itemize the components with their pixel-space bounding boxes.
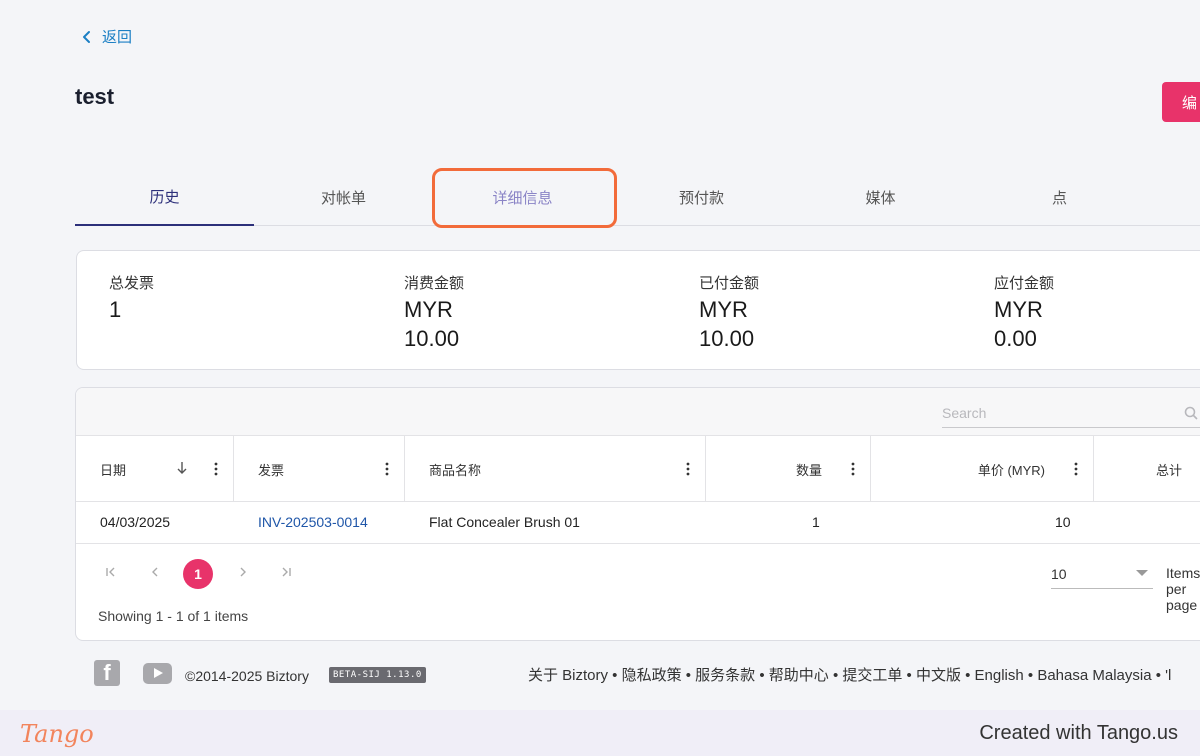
page: 返回 test 编 历史 对帐单 详细信息 预付款 媒体 点 总发票 1 消费金… [0,0,1200,710]
page-size-select[interactable]: 10 [1051,559,1153,589]
column-menu-icon[interactable] [385,462,389,476]
edit-button-label: 编 [1182,94,1198,112]
back-link[interactable]: 返回 [80,26,132,47]
summary-currency: MYR [699,297,748,322]
column-label: 发票 [258,462,285,478]
column-label: 商品名称 [429,462,482,478]
column-header-product[interactable]: 商品名称 [405,436,706,502]
column-header-date[interactable]: 日期 [76,436,234,502]
current-page[interactable]: 1 [183,559,213,589]
chevron-left-icon [152,567,158,577]
pager: 1 10 Items per page Showing 1 - 1 of 1 i… [76,545,1200,640]
tab-label: 媒体 [865,189,896,207]
column-label: 总计 [1156,462,1183,478]
tab-bar: 历史 对帐单 详细信息 预付款 媒体 点 [75,168,1200,226]
summary-label: 消费金额 [404,275,465,292]
column-label: 单价 (MYR) [977,462,1045,478]
tango-bar: Tango Created with Tango.us [0,710,1200,756]
summary-value: 0.00 [994,326,1037,351]
summary-label: 应付金额 [994,275,1055,292]
tab-history[interactable]: 历史 [75,168,254,226]
tab-label: 预付款 [678,189,724,207]
last-page-icon [282,567,291,577]
tab-label: 点 [1051,189,1067,207]
column-header-quantity[interactable]: 数量 [706,436,871,502]
last-page-button[interactable] [275,561,297,583]
version-badge: BETA-SIJ 1.13.0 [329,667,426,683]
cell-quantity: 1 [812,514,820,530]
items-per-page-label: Items per page [1166,565,1200,613]
table-row[interactable]: 04/03/2025 INV-202503-0014 Flat Conceale… [76,502,1200,544]
first-page-icon [106,567,115,577]
grid-toolbar [76,388,1200,436]
search-input[interactable] [942,404,1172,421]
summary-value: 10.00 [404,326,460,351]
showing-count: Showing 1 - 1 of 1 items [98,608,249,624]
search-box [942,398,1200,428]
column-menu-icon[interactable] [1074,462,1078,476]
summary-paid: 已付金额 MYR 10.00 [699,272,759,353]
copyright: ©2014-2025 Biztory [185,668,309,684]
page-size-value: 10 [1051,565,1067,582]
page-title: test [75,84,115,109]
sort-down-icon[interactable] [176,461,188,475]
summary-label: 已付金额 [699,275,760,292]
facebook-icon[interactable]: f [94,660,120,686]
summary-label: 总发票 [109,275,155,292]
column-header-unit-price[interactable]: 单价 (MYR) [871,436,1094,502]
tab-prepayment[interactable]: 预付款 [612,168,791,226]
summary-value: 10.00 [699,326,755,351]
tab-media[interactable]: 媒体 [791,168,970,226]
cell-unit-price: 10 [1055,514,1071,530]
cell-product: Flat Concealer Brush 01 [429,514,580,530]
tab-label: 对帐单 [320,189,366,207]
youtube-icon[interactable] [143,663,172,684]
column-label: 日期 [100,462,127,478]
summary-due: 应付金额 MYR 0.00 [994,272,1054,353]
summary-value: 1 [109,297,122,322]
column-label: 数量 [795,462,822,478]
column-menu-icon[interactable] [851,462,855,476]
search-icon[interactable] [1184,406,1198,420]
next-page-button[interactable] [232,561,254,583]
invoice-grid: 日期 发票 商品名称 数量 单价 (MYR) 总计 [75,387,1200,641]
tango-logo: Tango [20,720,94,748]
column-header-invoice[interactable]: 发票 [234,436,405,502]
chevron-right-icon [240,567,246,577]
summary-spent: 消费金额 MYR 10.00 [404,272,464,353]
column-header-total[interactable]: 总计 [1094,436,1200,502]
tab-statement[interactable]: 对帐单 [254,168,433,226]
summary-card: 总发票 1 消费金额 MYR 10.00 已付金额 MYR 10.00 应付金额… [76,250,1200,370]
first-page-button[interactable] [100,561,122,583]
column-menu-icon[interactable] [214,462,218,476]
cell-date: 04/03/2025 [100,514,171,530]
tab-label: 详细信息 [492,189,553,207]
footer-links[interactable]: 关于 Biztory • 隐私政策 • 服务条款 • 帮助中心 • 提交工单 •… [528,664,1200,685]
invoice-link[interactable]: INV-202503-0014 [258,514,368,530]
grid-header: 日期 发票 商品名称 数量 单价 (MYR) 总计 [76,436,1200,502]
prev-page-button[interactable] [144,561,166,583]
chevron-left-icon [83,30,90,43]
summary-total-invoices: 总发票 1 [109,272,154,324]
back-label: 返回 [102,29,133,46]
column-menu-icon[interactable] [686,462,690,476]
tab-details[interactable]: 详细信息 [433,168,612,226]
tango-credit: Created with Tango.us [979,722,1178,744]
tab-label: 历史 [149,188,180,206]
summary-currency: MYR [404,297,453,322]
edit-button[interactable]: 编 [1162,82,1200,122]
tab-points[interactable]: 点 [970,168,1149,226]
footer: f ©2014-2025 Biztory BETA-SIJ 1.13.0 关于 … [0,655,1200,695]
caret-down-icon [1136,570,1148,576]
summary-currency: MYR [994,297,1043,322]
